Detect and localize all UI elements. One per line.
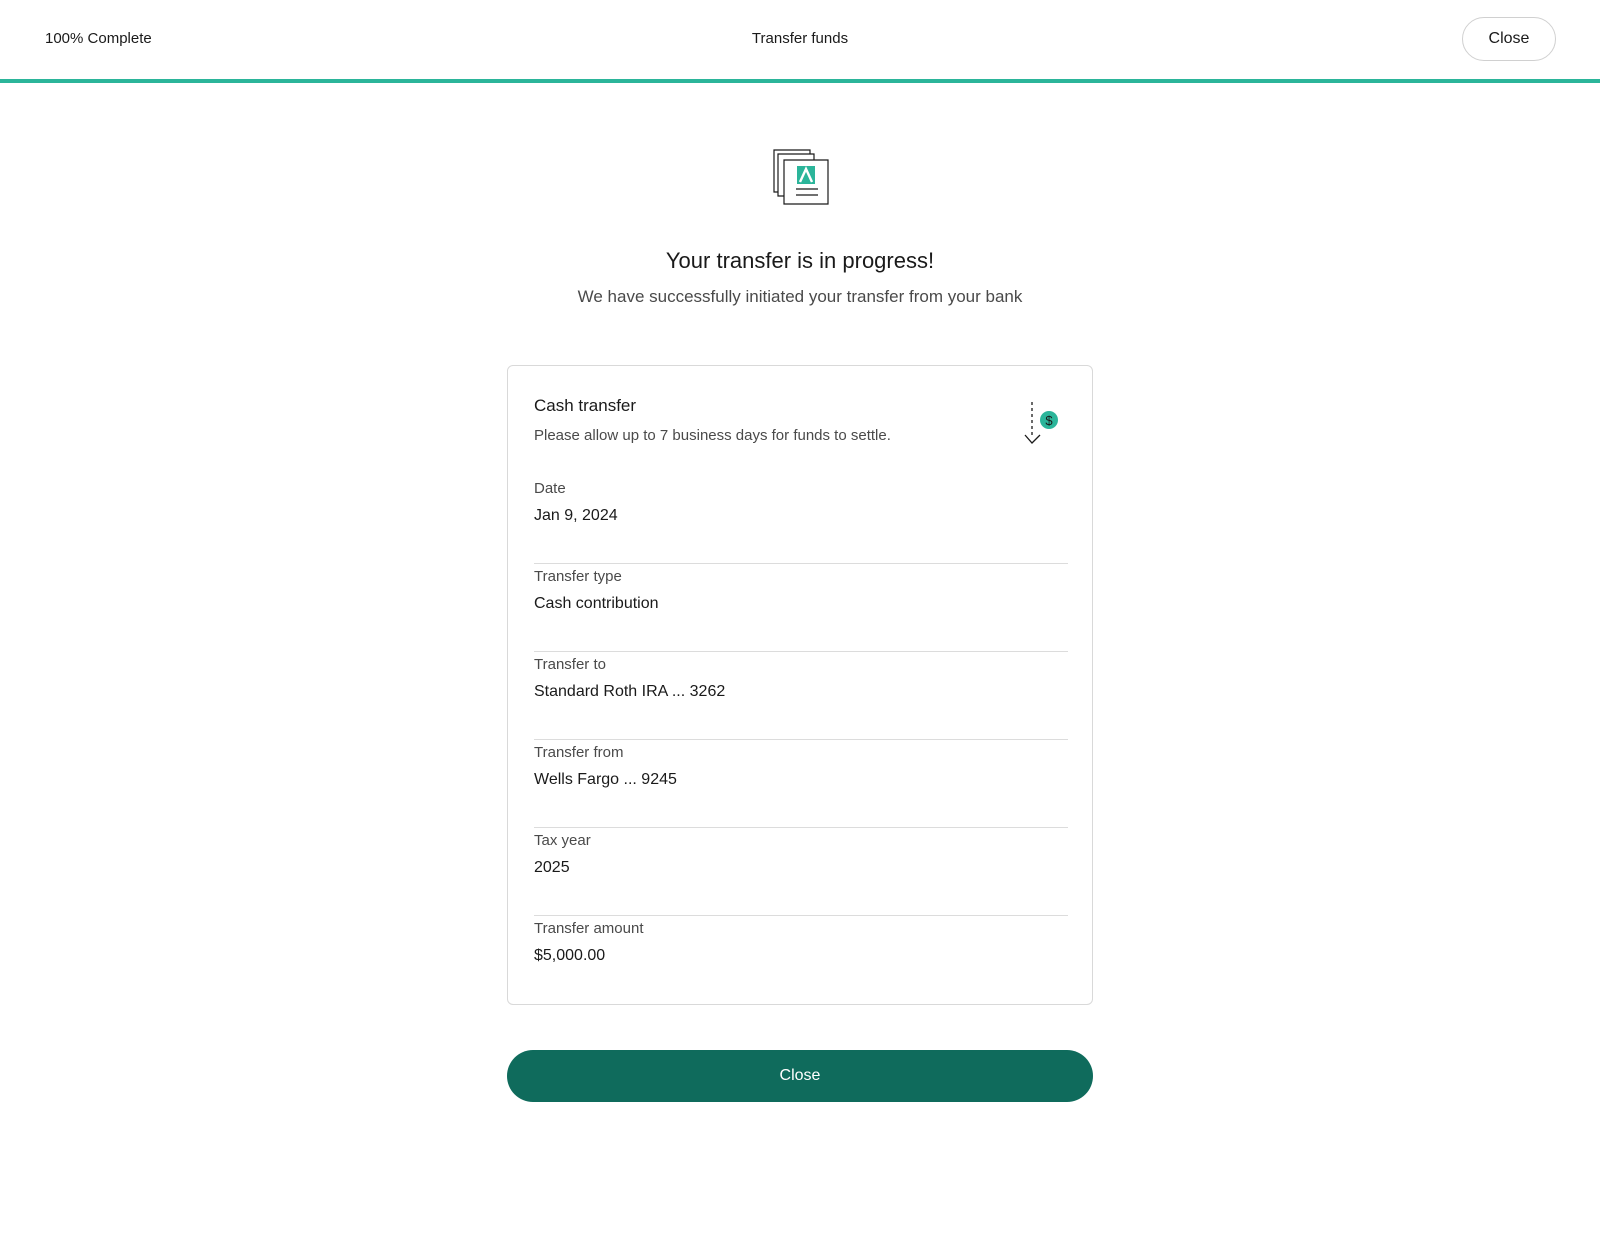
detail-value: Wells Fargo ... 9245 [534, 771, 677, 788]
detail-label: Date [534, 480, 566, 497]
top-bar: 100% Complete Transfer funds Close [0, 0, 1600, 80]
detail-label: Transfer from [534, 744, 624, 761]
cash-transfer-icon: $ [1024, 402, 1058, 444]
close-button-top[interactable]: Close [1462, 17, 1556, 61]
detail-row-transfer-from: Transfer from Wells Fargo ... 9245 [534, 740, 1068, 828]
detail-label: Transfer to [534, 656, 606, 673]
page-title: Transfer funds [751, 30, 849, 47]
detail-value: 2025 [534, 859, 570, 876]
detail-row-transfer-type: Transfer type Cash contribution [534, 564, 1068, 652]
detail-label: Transfer amount [534, 920, 644, 937]
detail-row-date: Date Jan 9, 2024 [534, 476, 1068, 564]
progress-bar-fill [0, 79, 1600, 83]
detail-label: Transfer type [534, 568, 622, 585]
detail-value: Cash contribution [534, 595, 659, 612]
headline: Your transfer is in progress! [665, 248, 935, 273]
svg-text:$: $ [1045, 413, 1053, 428]
card-title: Cash transfer [534, 396, 637, 415]
detail-value: Jan 9, 2024 [534, 507, 618, 524]
progress-bar [0, 79, 1600, 83]
card-subtitle: Please allow up to 7 business days for f… [534, 427, 891, 444]
detail-row-transfer-amount: Transfer amount $5,000.00 [534, 916, 1068, 1004]
detail-value: Standard Roth IRA ... 3262 [534, 683, 726, 700]
detail-row-transfer-to: Transfer to Standard Roth IRA ... 3262 [534, 652, 1068, 740]
documents-icon [773, 149, 829, 205]
details-list: Date Jan 9, 2024 Transfer type Cash cont… [534, 476, 1068, 1004]
subheadline: We have successfully initiated your tran… [577, 287, 1023, 306]
detail-label: Tax year [534, 832, 591, 849]
detail-value: $5,000.00 [534, 947, 606, 964]
transfer-details-card: Cash transfer Please allow up to 7 busin… [507, 365, 1093, 1005]
detail-row-tax-year: Tax year 2025 [534, 828, 1068, 916]
close-button[interactable]: Close [507, 1050, 1093, 1102]
